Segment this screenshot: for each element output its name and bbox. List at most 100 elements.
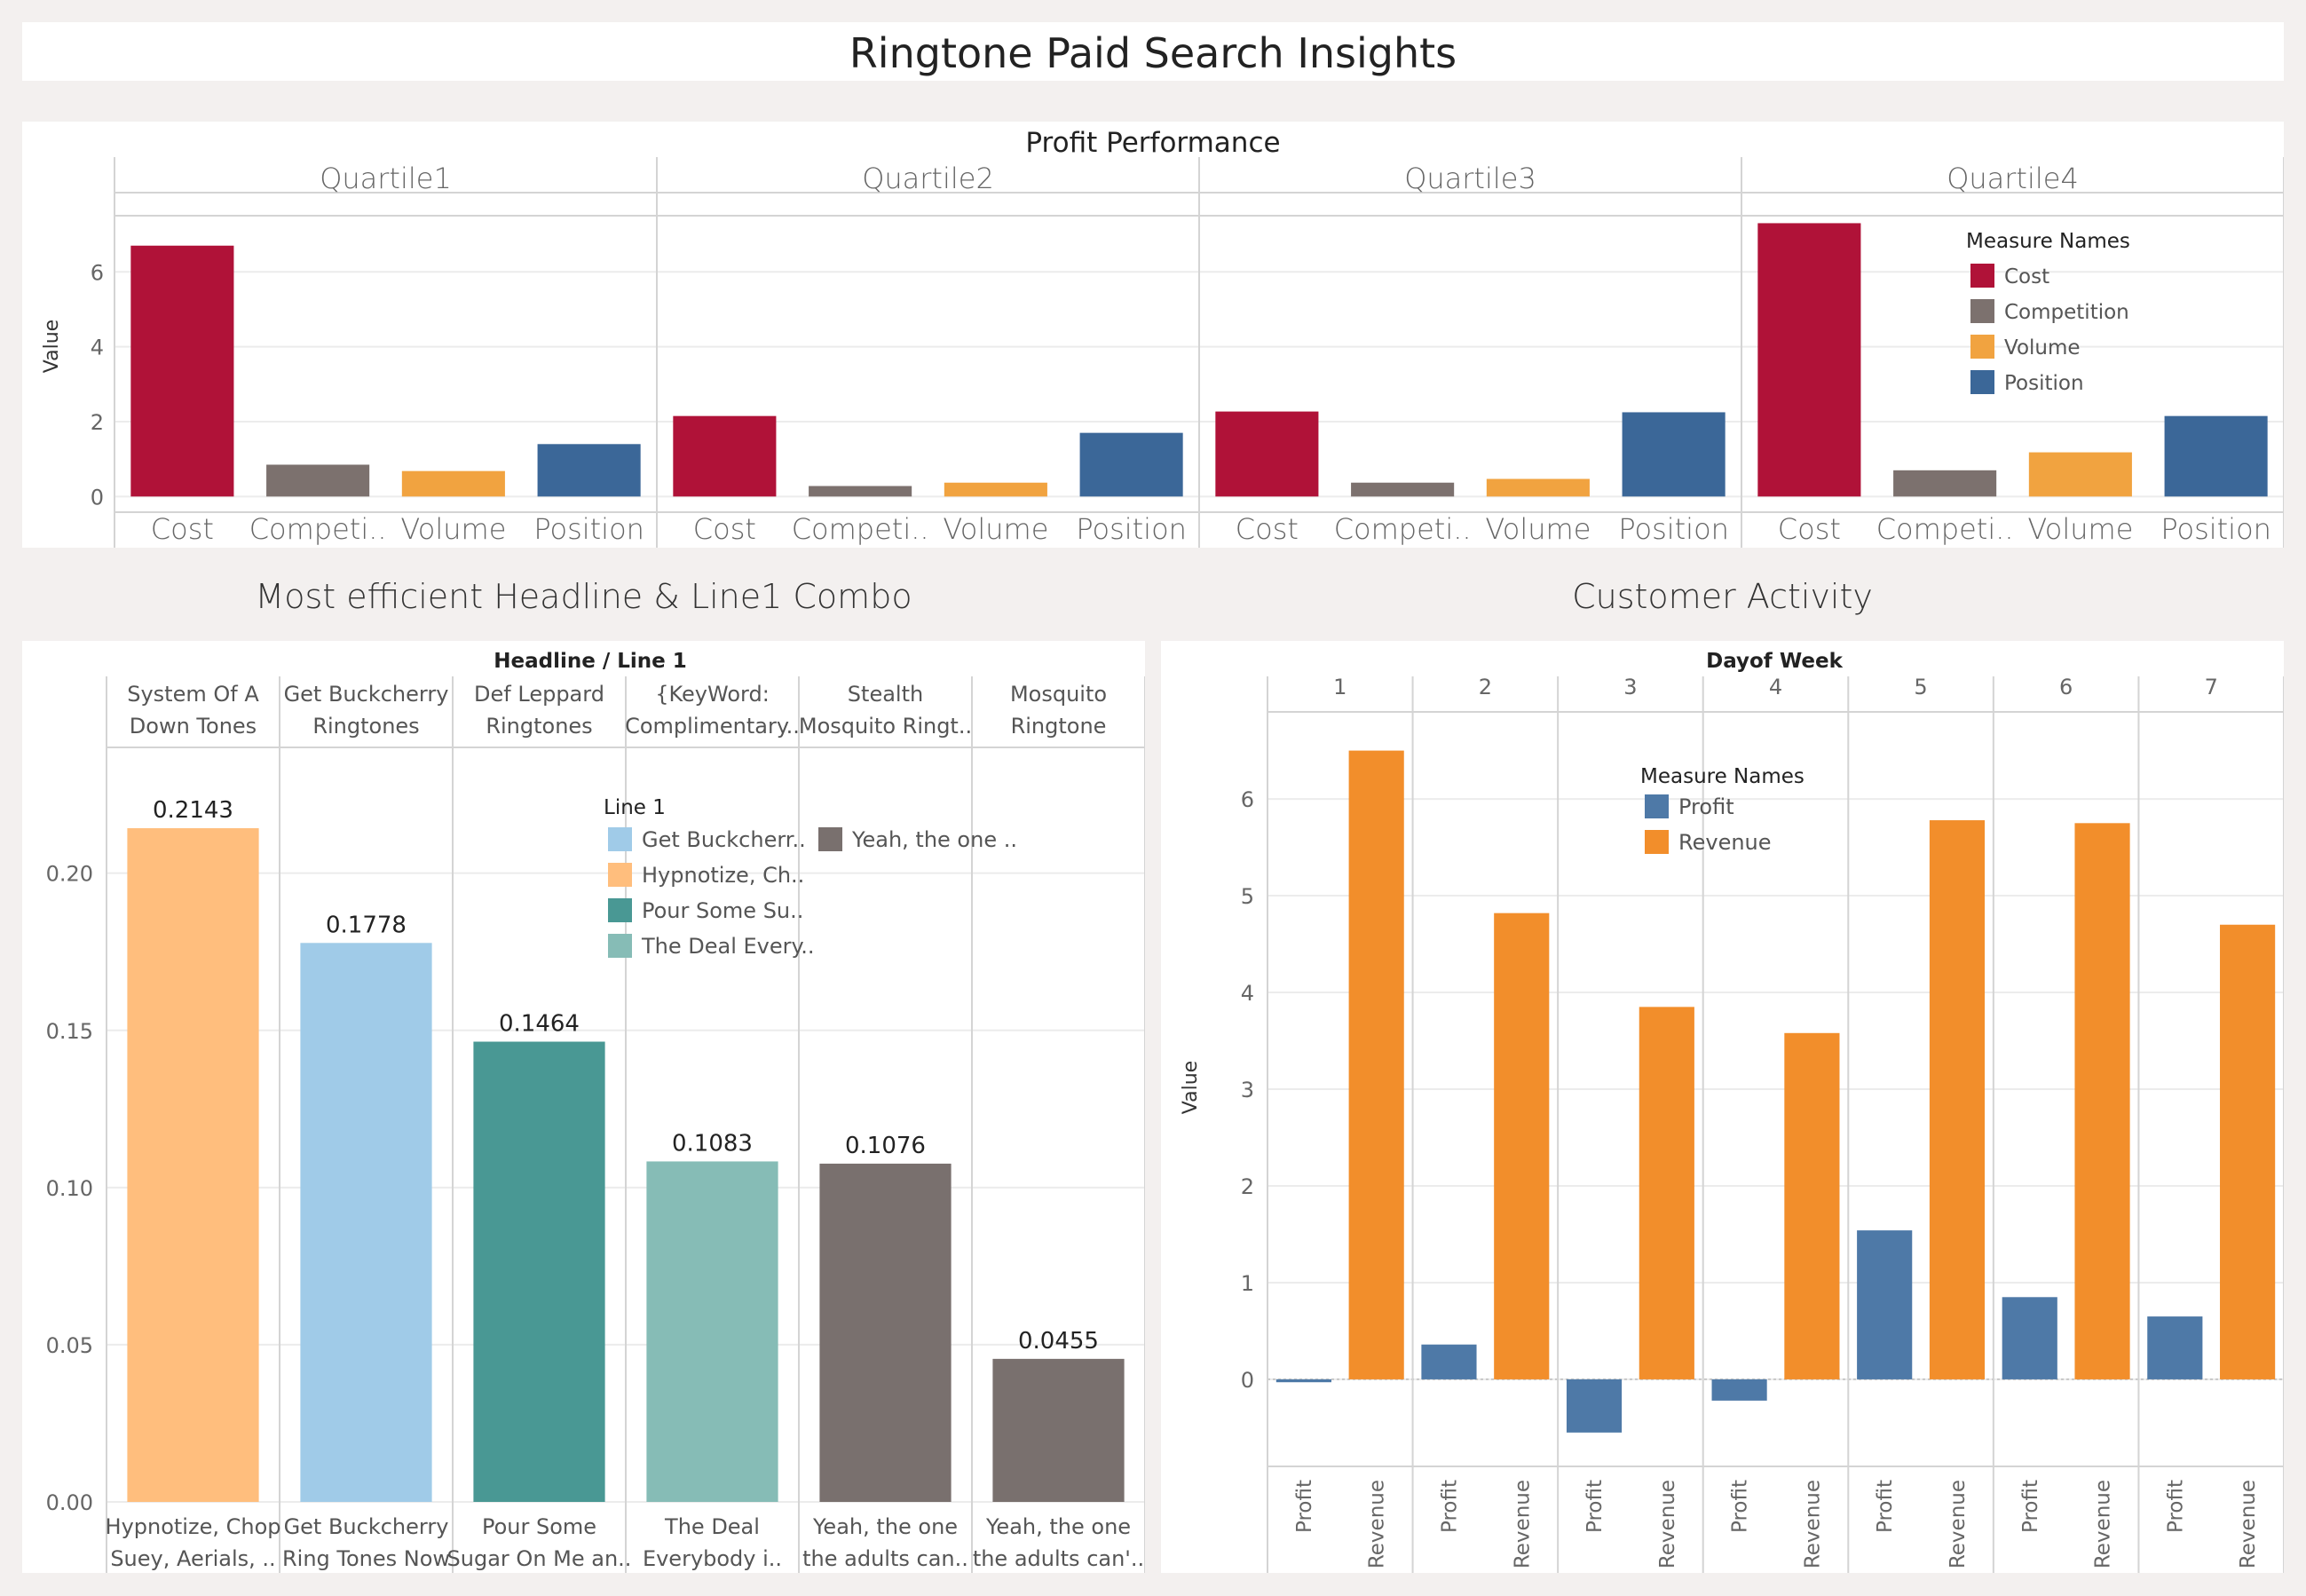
category-label: Revenue [1801,1480,1824,1568]
bar-yeah_the_one [819,1163,952,1502]
facet-label: Quartile4 [1947,162,2079,195]
day-label: 1 [1333,675,1346,699]
legend-swatch-the_deal [608,934,632,958]
legend-swatch-cost [1970,264,1994,288]
bar-cost [1215,411,1319,497]
legend-item-volume: Volume [2004,336,2081,359]
line1-label: Yeah, the one [812,1514,958,1539]
legend-title: Measure Names [1640,765,1805,788]
bar-position [537,444,641,497]
bar-competition [809,486,912,497]
category-label: Volume [2027,512,2133,546]
y-axis-title: Value [41,320,63,373]
bar-position [1079,432,1183,497]
day-label: 5 [1914,675,1927,699]
day-label: 4 [1769,675,1782,699]
headline-label: Def Leppard [474,682,604,707]
category-label: Profit [1583,1480,1607,1533]
bar-profit [1857,1230,1913,1379]
data-label: 0.1083 [672,1130,753,1157]
legend-item-revenue: Revenue [1678,830,1772,855]
category-label: Revenue [1656,1480,1679,1568]
bar-position [2164,415,2268,497]
y-tick-label: 0.15 [46,1019,93,1044]
bar-revenue [2220,924,2276,1379]
legend-item-competition: Competition [2004,301,2129,324]
category-label: Volume [1485,512,1591,546]
headline-combo-chart: Headline / Line 1 0.00 0.05 0.10 0.15 0.20 0.2… [46,650,1145,1573]
headline-label: Ringtones [486,714,592,739]
headline-label: Down Tones [130,714,257,739]
y-tick-label: 2 [1241,1174,1254,1199]
bar-the_deal [646,1161,778,1502]
category-label: Revenue [2237,1480,2260,1568]
day-label: 3 [1623,675,1637,699]
headline-label: System Of A [127,682,259,707]
headline-label: Complimentary.. [625,714,800,739]
category-label: Profit [1293,1480,1316,1533]
category-label: Cost [151,512,214,546]
headline-label: Stealth [848,682,923,707]
legend-item-the_deal: The Deal Every.. [641,934,815,959]
data-label: 0.2143 [153,797,233,824]
category-label: Position [1076,512,1187,546]
customer-section-title: Customer Activity [1572,577,1873,616]
bar-volume [401,470,505,497]
bar-profit [1566,1379,1623,1433]
facet-label: Quartile2 [862,162,994,195]
category-label: Revenue [1947,1480,1970,1568]
y-axis-title: Value [1180,1061,1202,1114]
bar-volume [1486,478,1590,497]
legend-item-pour_some: Pour Some Su.. [642,898,803,923]
line1-label: the adults can.. [802,1546,968,1571]
bar-profit [1275,1379,1331,1383]
legend-swatch-get_buckcherry [608,827,632,851]
category-label: Position [533,512,644,546]
category-label: Competi.. [1334,512,1472,546]
bar-competition [1893,470,1997,497]
legend-item-profit: Profit [1678,794,1734,819]
profit-performance-panel: Profit Performance 0 2 4 6 Value Quartile1 Cost… [22,122,2284,548]
headline-chart-header: Headline / Line 1 [494,650,687,673]
category-label: Profit [1874,1480,1897,1533]
legend-swatch-revenue [1645,830,1669,854]
headline-label: {KeyWord: [655,682,770,707]
y-tick-label: 6 [91,260,104,285]
headline-label: Ringtones [312,714,419,739]
y-tick-label: 5 [1241,884,1254,909]
line1-label: Pour Some [482,1514,596,1539]
category-label: Profit [1438,1480,1461,1533]
headline-combo-panel: Headline / Line 1 0.00 0.05 0.10 0.15 0.20 0.2… [22,641,1145,1573]
bar-position [1622,412,1726,497]
facet-label: Quartile3 [1404,162,1536,195]
y-tick-label: 1 [1241,1271,1254,1296]
category-label: Revenue [1366,1480,1389,1568]
line1-label: The Deal [664,1514,760,1539]
y-tick-label: 0 [1241,1368,1254,1393]
bar-profit [2002,1297,2057,1379]
category-label: Profit [1729,1480,1752,1533]
bar-volume [944,482,1047,497]
category-label: Competi.. [1876,512,2014,546]
bar-hypnotize [127,828,259,1502]
bar-revenue [1929,820,1986,1379]
y-tick-label: 0.05 [46,1333,93,1358]
category-label: Profit [2019,1480,2042,1533]
y-tick-label: 0.10 [46,1176,93,1201]
bar-revenue [1784,1032,1840,1379]
headline-label: Ringtone [1011,714,1107,739]
category-label: Position [1618,512,1729,546]
data-label: 0.0455 [1018,1328,1099,1355]
legend-swatch-competition [1970,299,1994,323]
category-label: Revenue [2092,1480,2115,1568]
data-label: 0.1076 [845,1133,926,1159]
customer-chart-header: Dayof Week [1706,650,1843,673]
line1-label: the adults can'.. [973,1546,1144,1571]
bar-revenue [1348,750,1404,1379]
day-label: 2 [1479,675,1492,699]
bar-competition [1351,482,1455,497]
category-label: Position [2160,512,2271,546]
legend-item-get_buckcherry: Get Buckcherr.. [642,827,806,852]
y-tick-label: 3 [1241,1078,1254,1102]
headline-section-title: Most efficient Headline & Line1 Combo [255,577,912,616]
